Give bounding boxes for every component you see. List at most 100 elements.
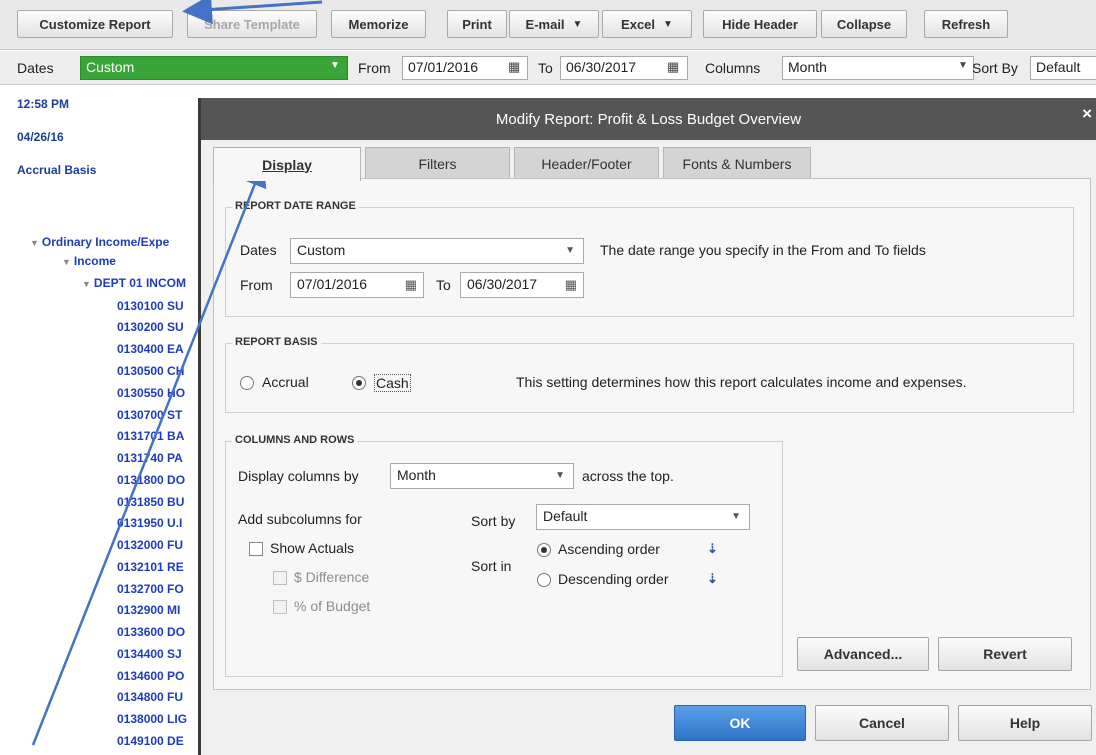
calendar-icon[interactable]: ▦ [405,277,417,293]
chevron-down-icon: ▼ [958,60,968,71]
chevron-down-icon: ▼ [565,245,575,256]
hide-header-button[interactable]: Hide Header [703,10,817,38]
tab-label: Fonts & Numbers [682,155,792,172]
percent-budget-label: % of Budget [294,598,371,614]
memorize-button[interactable]: Memorize [331,10,426,38]
tab-filters[interactable]: Filters [365,147,510,179]
dates-label: Dates [240,242,277,258]
accrual-radio[interactable] [240,376,254,390]
customize-report-button[interactable]: Customize Report [17,10,173,38]
list-item[interactable]: 0130500 CH [117,364,184,378]
sort-by-value: Default [543,508,588,524]
tree-income[interactable]: ▼ Income [62,254,116,268]
dates-select[interactable]: Custom [80,56,348,80]
revert-button[interactable]: Revert [938,637,1072,671]
list-item[interactable]: 0132700 FO [117,582,184,596]
to-label: To [538,60,553,76]
list-item[interactable]: 0149100 DE [117,734,184,748]
from-label: From [358,60,391,76]
list-item[interactable]: 0131800 DO [117,473,185,487]
accrual-label[interactable]: Accrual [262,374,309,390]
calendar-icon[interactable]: ▦ [667,59,679,75]
collapse-button[interactable]: Collapse [821,10,907,38]
close-icon[interactable]: × [1082,104,1092,124]
report-basis: Accrual Basis [17,163,97,177]
tab-header-footer[interactable]: Header/Footer [514,147,659,179]
print-button[interactable]: Print [447,10,507,38]
sort-ascending-icon: ⇣ [707,541,718,556]
dialog-titlebar[interactable]: Modify Report: Profit & Loss Budget Over… [201,98,1096,140]
tab-display[interactable]: Display [213,147,361,181]
list-item[interactable]: 0134800 FU [117,690,183,704]
dollar-difference-checkbox[interactable] [273,571,287,585]
from-date-value: 07/01/2016 [297,276,368,292]
list-item[interactable]: 0130400 EA [117,342,184,356]
from-date-input[interactable]: 07/01/2016 ▦ [290,272,424,298]
list-item[interactable]: 0130100 SU [117,299,184,313]
dialog-tabs: Display Filters Header/Footer Fonts & Nu… [201,147,1096,181]
percent-budget-checkbox[interactable] [273,600,287,614]
excel-button[interactable]: Excel ▼ [602,10,692,38]
cancel-button[interactable]: Cancel [815,705,949,741]
expand-triangle-icon: ▼ [82,279,91,289]
list-item[interactable]: 0130200 SU [117,320,184,334]
chevron-down-icon: ▼ [663,18,673,30]
dates-select-value: Custom [297,242,346,258]
list-item[interactable]: 0131950 U.I [117,516,182,530]
ascending-label[interactable]: Ascending order [558,541,660,557]
display-columns-value: Month [397,467,436,483]
tab-label: Filters [418,155,457,172]
tree-label: DEPT 01 INCOM [93,276,186,290]
list-item[interactable]: 0132101 RE [117,560,184,574]
tree-dept01[interactable]: ▼ DEPT 01 INCOM [82,276,186,290]
dialog-title: Modify Report: Profit & Loss Budget Over… [495,110,802,128]
email-button[interactable]: E-mail ▼ [509,10,599,38]
list-item[interactable]: 0131701 BA [117,429,184,443]
tree-label: Ordinary Income/Expe [41,235,170,249]
columns-rows-group: COLUMNS AND ROWS Display columns by Mont… [225,434,783,677]
to-date-value: 06/30/2017 [467,276,538,292]
list-item[interactable]: 0138000 LIG [117,712,187,726]
list-item[interactable]: 0131740 PA [117,451,183,465]
sort-by-select[interactable]: Default [1030,56,1096,80]
list-item[interactable]: 0134400 SJ [117,647,182,661]
date-range-hint: The date range you specify in the From a… [600,242,926,258]
list-item[interactable]: 0130550 HO [117,386,185,400]
list-item[interactable]: 0134600 PO [117,669,184,683]
list-item[interactable]: 0132900 MI [117,603,180,617]
tree-ordinary-income[interactable]: ▼ Ordinary Income/Expe [30,235,169,249]
to-date-input[interactable]: 06/30/2017 ▦ [460,272,584,298]
advanced-button[interactable]: Advanced... [797,637,929,671]
sort-by-select[interactable]: Default ▼ [536,504,750,530]
list-item[interactable]: 0130700 ST [117,408,182,422]
dates-select[interactable]: Custom ▼ [290,238,584,264]
refresh-button[interactable]: Refresh [924,10,1008,38]
list-item[interactable]: 0131850 BU [117,495,184,509]
show-actuals-label[interactable]: Show Actuals [270,540,354,556]
calendar-icon[interactable]: ▦ [565,277,577,293]
help-button[interactable]: Help [958,705,1092,741]
report-date-range-group: REPORT DATE RANGE Dates Custom ▼ The dat… [225,200,1074,317]
calendar-icon[interactable]: ▦ [508,59,520,75]
cash-radio[interactable] [352,376,366,390]
share-template-button[interactable]: Share Template [187,10,317,38]
tab-label: Header/Footer [541,155,632,172]
group-title: REPORT DATE RANGE [232,200,359,212]
report-basis-group: REPORT BASIS Accrual Cash This setting d… [225,336,1074,413]
display-columns-select[interactable]: Month ▼ [390,463,574,489]
descending-radio[interactable] [537,573,551,587]
cash-label[interactable]: Cash [374,374,411,392]
report-body: 12:58 PM 04/26/16 Accrual Basis ▼ Ordinar… [0,86,205,755]
columns-select[interactable]: Month [782,56,974,80]
sort-by-label: Sort By [972,60,1018,76]
list-item[interactable]: 0133600 DO [117,625,185,639]
tree-label: Income [73,254,116,268]
show-actuals-checkbox[interactable] [249,542,263,556]
tab-fonts-numbers[interactable]: Fonts & Numbers [663,147,811,179]
chevron-down-icon: ▼ [731,511,741,522]
ascending-radio[interactable] [537,543,551,557]
basis-hint: This setting determines how this report … [516,374,967,390]
ok-button[interactable]: OK [674,705,806,741]
list-item[interactable]: 0132000 FU [117,538,183,552]
descending-label[interactable]: Descending order [558,571,669,587]
